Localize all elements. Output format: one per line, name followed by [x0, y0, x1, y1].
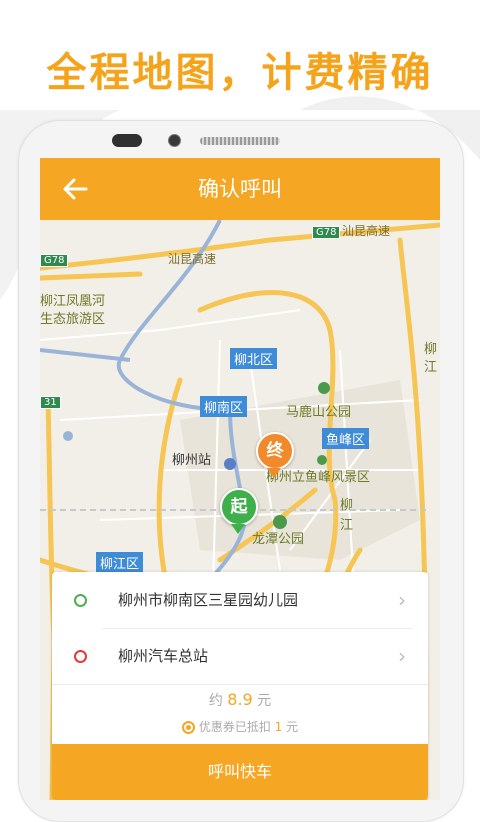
place-label: 柳 — [340, 498, 354, 513]
trip-card: 柳州市柳南区三星园幼儿园 › 柳州汽车总站 › 约 8.9 元 优惠券已抵扣 1… — [52, 572, 428, 800]
road-shield: G78 — [40, 254, 69, 267]
road-label: 汕昆高速 — [342, 224, 391, 238]
phone-screen: 确认呼叫 汕昆高速 汕昆高速 G78 G78 31 柳江凤凰河 生态旅游区 柳北… — [40, 158, 440, 800]
coupon-prefix: 优惠券已抵扣 — [198, 720, 271, 734]
page-title: 确认呼叫 — [198, 177, 282, 201]
destination-dot-icon — [74, 650, 87, 663]
place-label: 马鹿山公园 — [286, 405, 352, 420]
district-label: 柳南区 — [200, 396, 248, 417]
district-label: 柳北区 — [230, 348, 278, 369]
origin-address: 柳州市柳南区三星园幼儿园 — [118, 591, 299, 609]
start-pin[interactable]: 起 — [220, 488, 258, 526]
price-prefix: 约 — [208, 693, 223, 709]
chevron-right-icon: › — [398, 588, 406, 612]
place-label: 生态旅游区 — [40, 312, 106, 327]
place-label: 柳州立鱼峰风景区 — [266, 470, 371, 485]
place-label: 柳江凤凰河 — [40, 294, 106, 309]
place-label: 龙潭公园 — [252, 532, 305, 547]
coupon-info: 优惠券已抵扣 1 元 — [52, 718, 428, 735]
road-shield: 31 — [40, 396, 61, 409]
price-estimate: 约 8.9 元 — [52, 690, 428, 710]
coupon-icon — [181, 721, 195, 734]
end-pin-tail — [267, 468, 281, 478]
headline: 全程地图，计费精确 — [46, 50, 434, 96]
phone-sensor — [168, 134, 181, 147]
start-pin-tail — [231, 524, 245, 534]
road-label: 汕昆高速 — [168, 252, 217, 266]
app-bar: 确认呼叫 — [40, 158, 440, 220]
phone-speaker — [200, 137, 280, 145]
district-label: 鱼峰区 — [322, 428, 370, 449]
destination-address: 柳州汽车总站 — [118, 647, 209, 665]
price-value: 8.9 — [227, 690, 253, 709]
place-label: 柳 — [424, 342, 438, 357]
chevron-right-icon: › — [398, 644, 406, 668]
district-label: 柳江区 — [96, 552, 144, 573]
place-label: 柳州站 — [172, 453, 212, 468]
origin-row[interactable]: 柳州市柳南区三星园幼儿园 › — [52, 572, 428, 628]
origin-dot-icon — [74, 594, 87, 607]
road-shield: G78 — [312, 226, 341, 239]
place-label: 江 — [424, 360, 438, 375]
price-unit: 元 — [257, 693, 272, 709]
call-express-button[interactable]: 呼叫快车 — [52, 744, 428, 800]
place-label: 江 — [340, 518, 354, 533]
divider — [52, 684, 428, 685]
destination-row[interactable]: 柳州汽车总站 › — [52, 628, 428, 684]
phone-camera — [112, 134, 142, 147]
coupon-value: 1 — [274, 720, 283, 734]
end-pin[interactable]: 终 — [256, 432, 294, 470]
coupon-unit: 元 — [286, 720, 299, 734]
